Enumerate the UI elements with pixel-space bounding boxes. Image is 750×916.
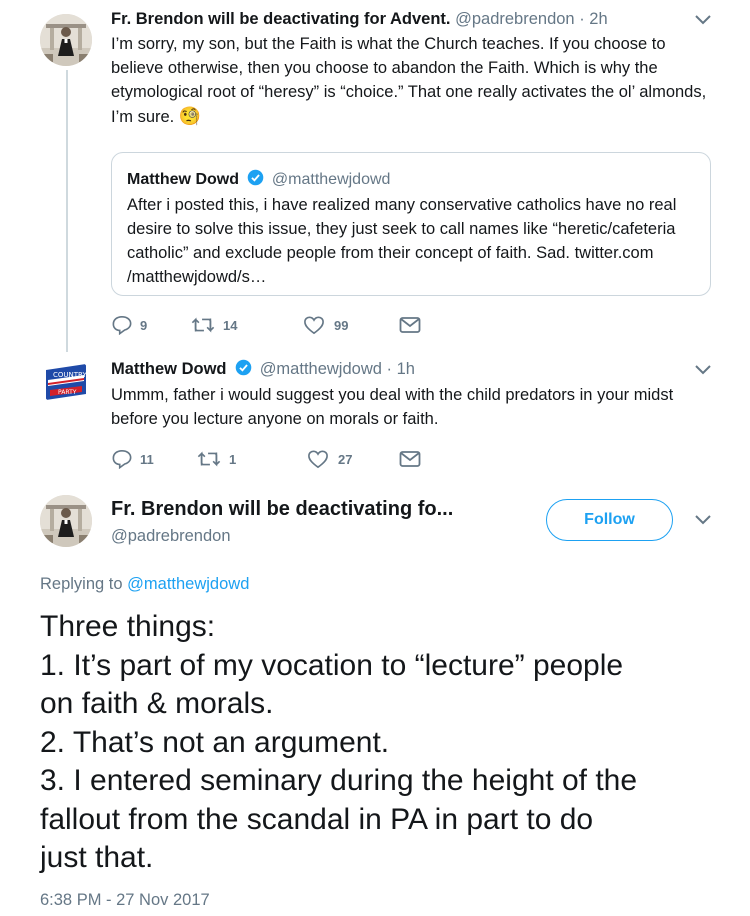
reply-button[interactable]: 9 <box>111 315 191 335</box>
thread-line <box>66 70 68 352</box>
follow-button[interactable]: Follow <box>546 499 673 541</box>
retweet-count: 14 <box>223 317 238 333</box>
svg-text:PARTY: PARTY <box>58 389 77 396</box>
envelope-icon <box>399 451 421 467</box>
verified-badge-icon <box>235 359 252 376</box>
main-handle[interactable]: @padrebrendon <box>111 525 231 547</box>
main-text-line: 1. It’s part of my vocation to “lecture”… <box>40 648 624 682</box>
main-chevron-down-icon[interactable] <box>694 514 712 526</box>
tweet1-display-name[interactable]: Fr. Brendon will be deactivating for Adv… <box>111 10 451 28</box>
quote-display-name: Matthew Dowd <box>127 171 239 188</box>
retweet-button[interactable]: 14 <box>191 315 303 335</box>
main-text-line: on faith & morals. <box>40 687 274 720</box>
verified-badge-icon <box>248 169 264 186</box>
reply-count: 9 <box>140 317 148 333</box>
replying-to: Replying to @matthewjdowd <box>40 573 249 595</box>
retweet-icon <box>191 317 215 333</box>
tweet2-time[interactable]: · 1h <box>387 360 415 378</box>
reply-icon <box>112 449 132 469</box>
main-text-line: fallout from the scandal in PA in part t… <box>40 802 594 836</box>
main-text-line: 3. I entered seminary during the height … <box>40 764 638 797</box>
tweet2-actions: 11 1 27 <box>111 449 421 469</box>
heart-icon <box>308 450 328 469</box>
main-text-line: just that. <box>40 841 154 874</box>
quote-text: After i posted this, i have realized man… <box>127 196 677 286</box>
face-with-monocle-emoji: 🧐 <box>178 106 202 126</box>
tweet2-display-name[interactable]: Matthew Dowd <box>111 360 227 378</box>
envelope-icon <box>399 317 421 333</box>
quote-handle: @matthewjdowd <box>271 171 391 188</box>
padrebrendon-avatar[interactable] <box>40 14 92 66</box>
like-button[interactable]: 27 <box>307 449 399 469</box>
replying-to-label: Replying to <box>40 575 123 593</box>
main-text-line: 2. That’s not an argument. <box>40 725 390 759</box>
tweet2-handle[interactable]: @matthewjdowd <box>260 360 382 378</box>
tweet2-text: Ummm, father i would suggest you deal wi… <box>111 386 674 428</box>
main-timestamp[interactable]: 6:38 PM - 27 Nov 2017 <box>40 889 210 911</box>
matthewjdowd-avatar[interactable]: COUNTRY PARTY <box>40 356 92 408</box>
main-author-avatar[interactable] <box>40 495 92 547</box>
tweet1-header: Fr. Brendon will be deactivating for Adv… <box>111 8 608 30</box>
direct-message-button[interactable] <box>399 450 421 468</box>
like-button[interactable]: 99 <box>303 315 399 335</box>
main-text-line: Three things: <box>40 610 216 643</box>
tweet1-text-block: I’m sorry, my son, but the Faith is what… <box>111 32 711 129</box>
main-display-name[interactable]: Fr. Brendon will be deactivating fo... <box>111 496 453 522</box>
heart-icon <box>304 316 324 335</box>
tweet2-chevron-down-icon[interactable] <box>694 364 712 376</box>
retweet-icon <box>197 451 221 467</box>
retweet-count: 1 <box>229 451 237 467</box>
retweet-button[interactable]: 1 <box>197 449 307 469</box>
tweet1-handle[interactable]: @padrebrendon <box>455 10 575 28</box>
like-count: 99 <box>334 317 349 333</box>
tweet1-actions: 9 14 99 <box>111 315 421 335</box>
main-tweet-text: Three things: 1. It’s part of my vocatio… <box>40 608 740 878</box>
svg-text:COUNTRY: COUNTRY <box>53 371 87 379</box>
reply-count: 11 <box>140 451 154 467</box>
tweet1-chevron-down-icon[interactable] <box>694 14 712 26</box>
direct-message-button[interactable] <box>399 316 421 334</box>
quote-header: Matthew Dowd @matthewjdowd <box>127 169 390 191</box>
tweet1-time[interactable]: · 2h <box>579 10 607 28</box>
tweet2-header: Matthew Dowd @matthewjdowd · 1h <box>111 358 415 380</box>
replying-to-handle-link[interactable]: @matthewjdowd <box>127 575 249 593</box>
reply-button[interactable]: 11 <box>111 449 197 469</box>
quoted-tweet-card[interactable]: Matthew Dowd @matthewjdowd After i poste… <box>111 152 711 296</box>
reply-icon <box>112 315 132 335</box>
like-count: 27 <box>338 451 353 467</box>
